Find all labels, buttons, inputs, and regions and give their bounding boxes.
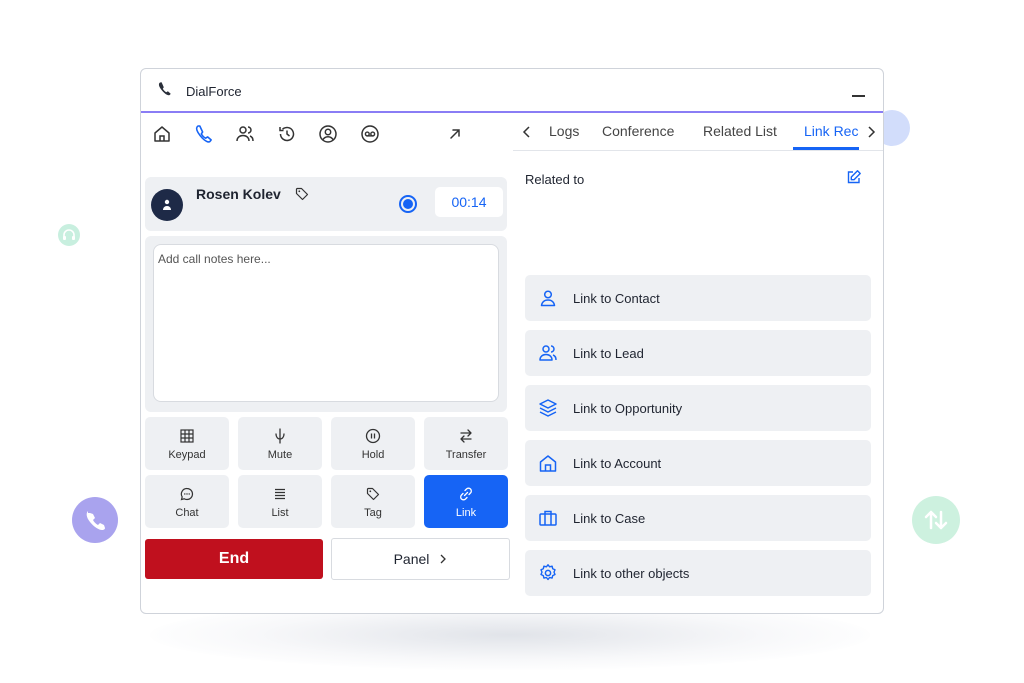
keypad-label: Keypad xyxy=(168,448,206,461)
tag-icon xyxy=(366,485,380,503)
hold-icon xyxy=(365,427,381,445)
link-to-contact[interactable]: Link to Contact xyxy=(525,275,871,321)
records-panel: Logs Conference Related List Link Rec Re… xyxy=(513,113,883,613)
link-item-label: Link to Contact xyxy=(573,290,660,306)
record-button[interactable] xyxy=(399,195,417,213)
list-label: List xyxy=(271,506,289,519)
tag-icon[interactable] xyxy=(295,187,309,206)
call-timer: 00:14 xyxy=(435,187,503,217)
link-to-lead[interactable]: Link to Lead xyxy=(525,330,871,376)
phone-badge-icon xyxy=(72,497,118,543)
user-circle-icon[interactable] xyxy=(317,123,339,145)
keypad-icon xyxy=(180,427,194,445)
link-label: Link xyxy=(455,506,477,519)
building-icon xyxy=(537,453,559,473)
chevron-left-icon[interactable] xyxy=(519,123,535,141)
end-call-button[interactable]: End xyxy=(145,539,323,579)
avatar xyxy=(151,189,183,221)
chevron-right-icon xyxy=(439,551,447,567)
expand-icon[interactable] xyxy=(444,123,466,145)
call-controls: Keypad Mute Hold Transfer Chat List Tag … xyxy=(145,417,509,529)
phone-icon[interactable] xyxy=(193,123,215,145)
voicemail-icon[interactable] xyxy=(359,123,381,145)
call-panel: Rosen Kolev 00:14 Keypad Mute Hold xyxy=(141,113,513,613)
link-item-label: Link to Opportunity xyxy=(573,400,683,416)
active-tab-indicator xyxy=(793,147,859,150)
home-icon[interactable] xyxy=(151,123,173,145)
panel-button[interactable]: Panel xyxy=(331,538,510,580)
caller-name: Rosen Kolev xyxy=(196,186,281,202)
link-button[interactable]: Link xyxy=(424,475,508,528)
hold-button[interactable]: Hold xyxy=(331,417,415,470)
tab-conference[interactable]: Conference xyxy=(602,123,674,139)
layers-icon xyxy=(537,398,559,418)
transfer-icon xyxy=(458,427,474,445)
link-icon xyxy=(458,485,474,503)
mute-label: Mute xyxy=(267,448,293,461)
link-item-label: Link to Account xyxy=(573,455,662,471)
related-to-heading: Related to xyxy=(525,172,585,187)
tab-bar: Logs Conference Related List Link Rec xyxy=(513,113,883,151)
tab-related-list[interactable]: Related List xyxy=(703,123,777,139)
minimize-button[interactable] xyxy=(851,83,867,99)
chat-label: Chat xyxy=(175,506,199,519)
link-to-case[interactable]: Link to Case xyxy=(525,495,871,541)
panel-label: Panel xyxy=(393,551,430,567)
chat-icon xyxy=(180,485,194,503)
active-call-card: Rosen Kolev 00:14 xyxy=(145,177,507,231)
person-icon xyxy=(537,288,559,308)
link-to-other-objects[interactable]: Link to other objects xyxy=(525,550,871,596)
contacts-icon[interactable] xyxy=(234,123,256,145)
tab-link-records[interactable]: Link Rec xyxy=(804,123,858,139)
link-to-opportunity[interactable]: Link to Opportunity xyxy=(525,385,871,431)
dialer-window: DialForce Rosen Kolev 00:14 Add call not… xyxy=(140,68,884,614)
chevron-right-icon[interactable] xyxy=(863,123,879,141)
hold-label: Hold xyxy=(361,448,385,461)
mute-icon xyxy=(273,427,287,445)
history-icon[interactable] xyxy=(276,123,298,145)
link-item-label: Link to Lead xyxy=(573,345,644,361)
edit-icon[interactable] xyxy=(846,169,862,190)
transfer-badge-icon xyxy=(912,496,960,544)
briefcase-icon xyxy=(537,508,559,528)
headset-badge-icon xyxy=(58,224,80,246)
call-notes-input[interactable] xyxy=(153,244,499,402)
window-title: DialForce xyxy=(186,84,242,99)
transfer-button[interactable]: Transfer xyxy=(424,417,508,470)
mute-button[interactable]: Mute xyxy=(238,417,322,470)
settings-icon xyxy=(537,563,559,583)
notes-container xyxy=(145,236,507,412)
tab-logs[interactable]: Logs xyxy=(549,123,579,139)
link-item-label: Link to Case xyxy=(573,510,646,526)
title-bar: DialForce xyxy=(141,69,883,113)
keypad-button[interactable]: Keypad xyxy=(145,417,229,470)
phone-icon xyxy=(157,81,173,102)
top-nav xyxy=(141,113,513,155)
link-to-account[interactable]: Link to Account xyxy=(525,440,871,486)
tag-button[interactable]: Tag xyxy=(331,475,415,528)
chat-button[interactable]: Chat xyxy=(145,475,229,528)
link-item-label: Link to other objects xyxy=(573,565,690,581)
tag-label: Tag xyxy=(364,506,382,519)
transfer-label: Transfer xyxy=(445,448,487,461)
list-button[interactable]: List xyxy=(238,475,322,528)
list-icon xyxy=(273,485,287,503)
people-icon xyxy=(537,343,559,363)
